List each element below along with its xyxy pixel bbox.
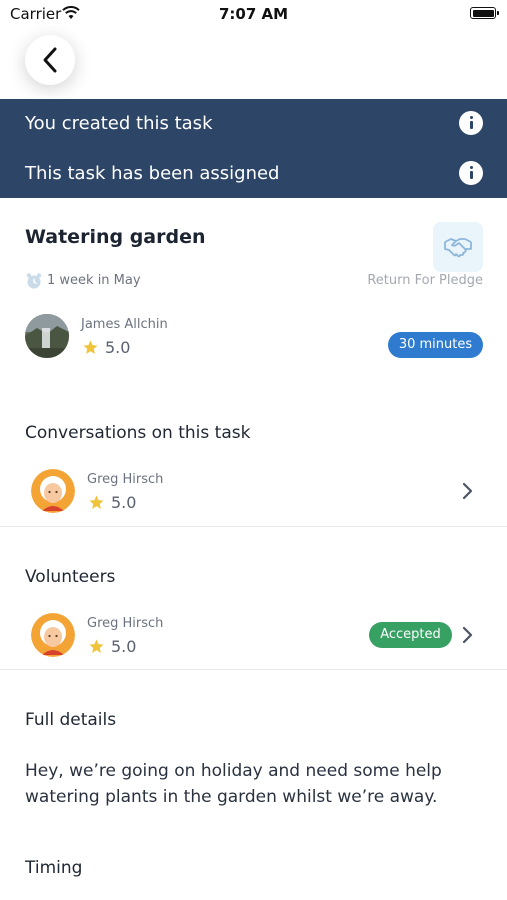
chevron-right-icon — [461, 482, 473, 504]
return-for-pledge-button[interactable] — [433, 222, 483, 272]
conversation-name: Greg Hirsch — [87, 472, 164, 487]
assigned-text: This task has been assigned — [25, 163, 280, 184]
owner-name: James Allchin — [81, 317, 168, 332]
duration-badge: 30 minutes — [388, 332, 483, 358]
conversation-rating: 5.0 — [111, 493, 137, 512]
avatar — [25, 314, 69, 358]
divider — [0, 526, 507, 527]
star-icon — [88, 638, 105, 659]
clock-time: 7:07 AM — [218, 5, 289, 23]
chevron-left-icon — [43, 47, 57, 73]
avatar — [31, 613, 75, 657]
timing-title: Timing — [25, 858, 83, 878]
owner-rating: 5.0 — [105, 338, 131, 357]
divider — [0, 669, 507, 670]
task-when: 1 week in May — [47, 273, 141, 288]
star-icon — [88, 494, 105, 515]
assigned-row: This task has been assigned — [0, 149, 507, 198]
status-badge: Accepted — [369, 622, 452, 648]
task-title: Watering garden — [25, 226, 206, 248]
return-for-pledge-label: Return For Pledge — [367, 273, 483, 288]
conversations-title: Conversations on this task — [25, 423, 251, 443]
status-bar: Carrier 7:07 AM — [0, 0, 507, 30]
volunteer-name: Greg Hirsch — [87, 616, 164, 631]
battery-icon — [470, 7, 499, 19]
chevron-right-icon — [461, 626, 473, 648]
volunteers-title: Volunteers — [25, 567, 116, 587]
avatar — [31, 469, 75, 513]
volunteer-rating: 5.0 — [111, 637, 137, 656]
task-description: Hey, we’re going on holiday and need som… — [25, 761, 442, 807]
back-button[interactable] — [25, 35, 75, 85]
handshake-icon — [444, 238, 472, 258]
info-icon[interactable] — [459, 111, 483, 135]
conversation-list-item[interactable]: Greg Hirsch 5.0 — [0, 460, 507, 526]
alarm-clock-icon — [25, 272, 43, 294]
created-text: You created this task — [25, 113, 213, 134]
task-status-banner: You created this task This task has been… — [0, 99, 507, 198]
info-icon[interactable] — [459, 161, 483, 185]
full-details-title: Full details — [25, 710, 117, 730]
created-row: You created this task — [0, 99, 507, 148]
star-icon — [82, 339, 99, 360]
